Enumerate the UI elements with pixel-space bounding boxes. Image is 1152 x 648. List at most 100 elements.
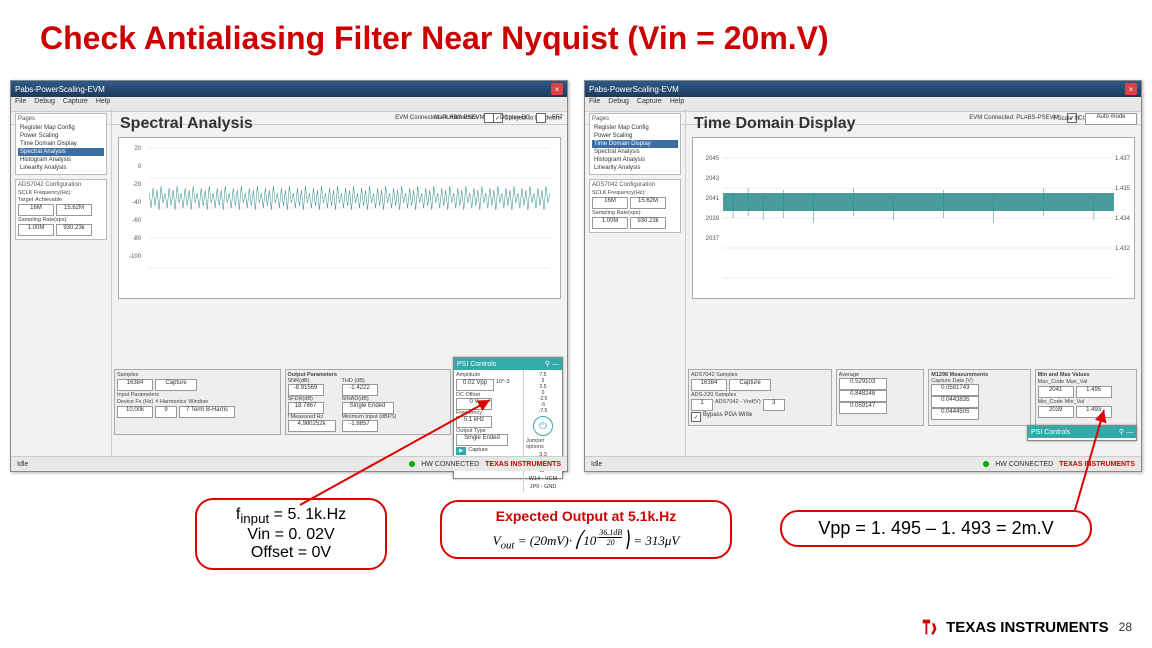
capture-button[interactable]: Capture (729, 379, 771, 391)
fft-label: FFT (552, 115, 563, 121)
main-panel: Time Domain Display Y Scale fitAuto mode… (686, 109, 1141, 457)
annot-header: Expected Output at 5.1k.Hz (456, 508, 716, 524)
samp220-label: ADS-220 Samples (691, 392, 829, 398)
svg-text:20: 20 (134, 146, 141, 152)
spectral-plot[interactable]: 20 0 -20 -40 -60 -80 -100 (118, 137, 561, 299)
page-item[interactable]: Time Domain Display (18, 140, 104, 148)
eq-text: 20 (599, 538, 622, 547)
amp-label: Amplitude (456, 372, 521, 378)
vref-input[interactable]: 3 (763, 399, 785, 411)
psi-pin-icon[interactable]: ⚲ — (1119, 428, 1133, 436)
window-select[interactable]: 7 Term B-Harris (179, 406, 235, 418)
page-item[interactable]: Spectral Analysis (592, 148, 678, 156)
sclk-target[interactable]: 16M (592, 197, 628, 209)
page-item[interactable]: Linearity Analysis (592, 164, 678, 172)
svg-text:2043: 2043 (706, 176, 720, 182)
yscale-label: Y Scale fit (1052, 116, 1079, 122)
psi-controls-collapsed[interactable]: PSI Controls ⚲ — (1027, 425, 1137, 441)
cfg-title: ADS7042 Configuration (592, 182, 678, 188)
bypass-label: Bypass PGA Write (703, 412, 752, 422)
average-box: Average 0.529103 0.848248 0.059147 (836, 369, 925, 426)
power-icon[interactable]: ⏻ (533, 416, 553, 436)
samp-achievable: 930.23k (630, 217, 666, 229)
thd-value: -1.4222 (342, 384, 378, 396)
freq-input[interactable]: 5.1 kHz (456, 416, 492, 428)
window-title: Pabs-PowerScaling-EVM (15, 85, 105, 94)
yscale-select[interactable]: Auto mode (1085, 113, 1137, 125)
status-dot-icon (983, 461, 989, 467)
bypass-checkbox[interactable]: ✓ (691, 412, 701, 422)
samp-title: Sampling Rate(sps): (18, 217, 104, 223)
dc-input[interactable]: 0 V (456, 398, 492, 410)
eq-text: = 313μV (633, 533, 679, 548)
min-value: -1.8857 (342, 420, 378, 432)
annot-text: input (240, 511, 269, 526)
app-window-spectral: Pabs-PowerScaling-EVM × File Debug Captu… (10, 80, 568, 472)
sclk-title: SCLK Frequency(Hz): (18, 190, 104, 196)
svg-text:-100: -100 (129, 254, 142, 260)
psi-capture[interactable]: Capture (468, 447, 488, 455)
mincode-value: 2039 (1038, 406, 1074, 418)
app-window-timedomain: Pabs-PowerScaling-EVM × File Debug Captu… (584, 80, 1142, 472)
maxcode-label: Max_Code (1038, 379, 1065, 385)
devfs-input[interactable]: 10.00k (117, 406, 153, 418)
psi-toggle[interactable]: ▶ (456, 447, 466, 455)
maxcode-value: 2041 (1038, 386, 1074, 398)
annotation-expected-output: Expected Output at 5.1k.Hz Vout = (20mV)… (440, 500, 732, 559)
page-item[interactable]: Power Scaling (18, 132, 104, 140)
page-item-selected[interactable]: Spectral Analysis (18, 148, 104, 156)
page-item-selected[interactable]: Time Domain Display (592, 140, 678, 148)
capture-button[interactable]: Capture (155, 379, 197, 391)
dc-checkbox[interactable] (536, 113, 546, 123)
page-item[interactable]: Power Scaling (592, 132, 678, 140)
svg-text:1.434: 1.434 (1115, 216, 1131, 222)
outtype-select[interactable]: Single Ended (456, 434, 508, 446)
close-icon[interactable]: × (551, 83, 563, 95)
page-item[interactable]: Register Map Config (592, 124, 678, 132)
psi-pin-icon[interactable]: ⚲ — (545, 360, 559, 368)
page-item[interactable]: Linearity Analysis (18, 164, 104, 172)
svg-text:2041: 2041 (706, 196, 720, 202)
slide-title: Check Antialiasing Filter Near Nyquist (… (40, 20, 1112, 57)
amp-input[interactable]: 0.02 Vpp (456, 379, 494, 391)
close-icon[interactable]: × (1125, 83, 1137, 95)
annotation-input-params: finput = 5. 1k.Hz Vin = 0. 02V Offset = … (195, 498, 387, 570)
minmax-box: Min and Max Values Max_CodeMax_Val 20411… (1035, 369, 1137, 426)
target-label: Target (18, 197, 33, 203)
page-item[interactable]: Register Map Config (18, 124, 104, 132)
timedomain-plot[interactable]: 2045 2043 2041 2039 2037 1.437 1.435 1.4… (692, 137, 1135, 299)
status-idle: Idle (17, 461, 28, 468)
mincode-label: Min_Code (1038, 399, 1063, 405)
output-params-box: Output Parameters SNR(dB)-8.91569 SFDR(d… (285, 369, 452, 435)
page-item[interactable]: Histogram Analysis (18, 156, 104, 164)
eq-text: = (20mV)· (514, 533, 572, 548)
eq-text: 36.1dB (599, 528, 622, 538)
inparams-title: Input Parameters (117, 392, 278, 398)
samp7042-input[interactable]: 16384 (691, 379, 727, 391)
pages-title: Pages (18, 116, 104, 122)
minmax-title: Min and Max Values (1038, 372, 1134, 378)
cfg-title: ADS7042 Configuration (18, 182, 104, 188)
annot-text: Offset = 0V (211, 544, 371, 562)
mark-checkbox[interactable] (484, 113, 494, 123)
svg-text:-20: -20 (132, 182, 141, 188)
ti-text: TEXAS INSTRUMENTS (485, 461, 561, 468)
svg-text:1.437: 1.437 (1115, 156, 1131, 162)
psi-title: PSI Controls (1031, 429, 1070, 436)
minval-label: Min_Val (1065, 399, 1084, 405)
sclk-target[interactable]: 16M (18, 204, 54, 216)
mark-harmonics[interactable]: Mark Harmonics (434, 115, 478, 121)
cap-value: 0.0444505 (931, 408, 979, 420)
samp-target[interactable]: 1.00M (592, 217, 628, 229)
samples-input[interactable]: 16384 (117, 379, 153, 391)
display-dc[interactable]: Display DC (500, 115, 530, 121)
status-dot-icon (409, 461, 415, 467)
cap-value: 0.0443835 (931, 396, 979, 408)
samp-target[interactable]: 1.00M (18, 224, 54, 236)
harm-input[interactable]: 9 (155, 406, 177, 418)
samp220-input[interactable]: 1 (691, 399, 713, 411)
eq-text: V (493, 533, 501, 548)
fin-value: 4,980252k (288, 420, 336, 432)
main-panel: Spectral Analysis Mark Harmonics Display… (112, 109, 567, 457)
page-item[interactable]: Histogram Analysis (592, 156, 678, 164)
